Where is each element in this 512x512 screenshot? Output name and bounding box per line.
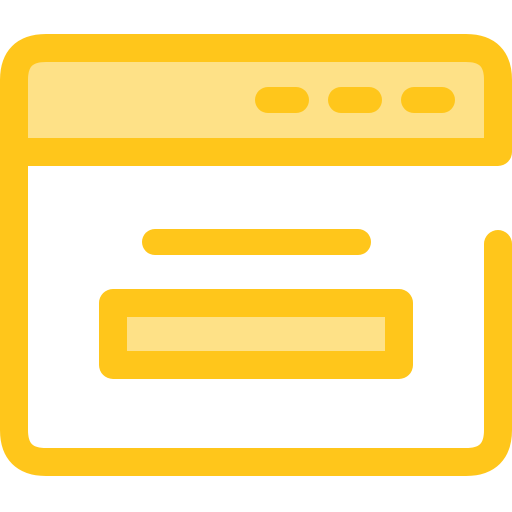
browser-window-icon [0, 0, 512, 512]
browser-window-graphic [0, 34, 512, 476]
